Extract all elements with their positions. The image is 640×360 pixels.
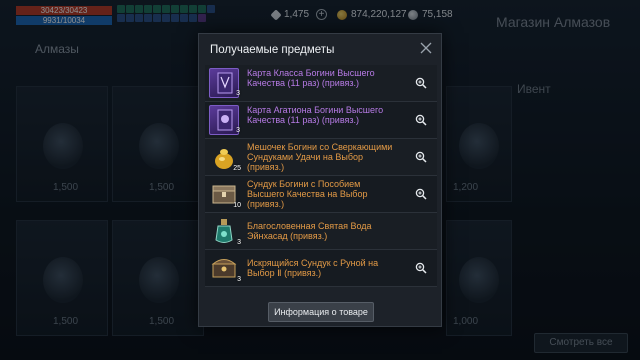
received-items-dialog: Получаемые предметы 3 Карта Класса Богин… (198, 33, 442, 327)
close-icon[interactable] (419, 41, 433, 55)
item-quantity: 3 (236, 90, 240, 97)
chest-icon: 10 (209, 179, 241, 209)
list-item: 10 Сундук Богини с Пособием Высшего Каче… (205, 176, 437, 213)
magnifier-icon[interactable] (415, 188, 427, 200)
items-list[interactable]: 3 Карта Класса Богини Высшего Качества (… (205, 65, 437, 291)
item-name: Карта Агатиона Богини Высшего Качества (… (247, 105, 384, 125)
list-item: 3 Карта Класса Богини Высшего Качества (… (205, 65, 437, 102)
magnifier-icon[interactable] (415, 151, 427, 163)
item-quantity: 3 (237, 239, 241, 246)
rune-chest-icon: 3 (209, 253, 241, 283)
list-item: 3 Карта Агатиона Богини Высшего Качества… (205, 102, 437, 139)
item-name: Сундук Богини с Пособием Высшего Качеств… (247, 179, 368, 209)
list-item: 3 Искрящийся Сундук с Руной на Выбор Ⅱ (… (205, 250, 437, 287)
gold-pouch-icon: 25 (209, 142, 241, 172)
item-quantity: 25 (233, 165, 241, 172)
item-name: Благословенная Святая Вода Эйнхасад (при… (247, 221, 372, 241)
list-item: 3 Благословенная Святая Вода Эйнхасад (п… (205, 213, 437, 250)
item-info-button[interactable]: Информация о товаре (268, 302, 374, 322)
item-quantity: 3 (237, 276, 241, 283)
item-quantity: 3 (236, 127, 240, 134)
holy-water-icon: 3 (209, 216, 241, 246)
magnifier-icon[interactable] (415, 262, 427, 274)
goddess-card-icon: 3 (209, 68, 240, 98)
item-name: Мешочек Богини со Сверкающими Сундуками … (247, 142, 393, 172)
item-quantity: 10 (233, 202, 241, 209)
magnifier-icon[interactable] (415, 114, 427, 126)
list-item: 25 Мешочек Богини со Сверкающими Сундука… (205, 139, 437, 176)
magnifier-icon[interactable] (415, 77, 427, 89)
item-name: Искрящийся Сундук с Руной на Выбор Ⅱ (пр… (247, 258, 379, 278)
item-name: Карта Класса Богини Высшего Качества (11… (247, 68, 375, 88)
dialog-title: Получаемые предметы (210, 44, 335, 56)
agathion-card-icon: 3 (209, 105, 240, 135)
